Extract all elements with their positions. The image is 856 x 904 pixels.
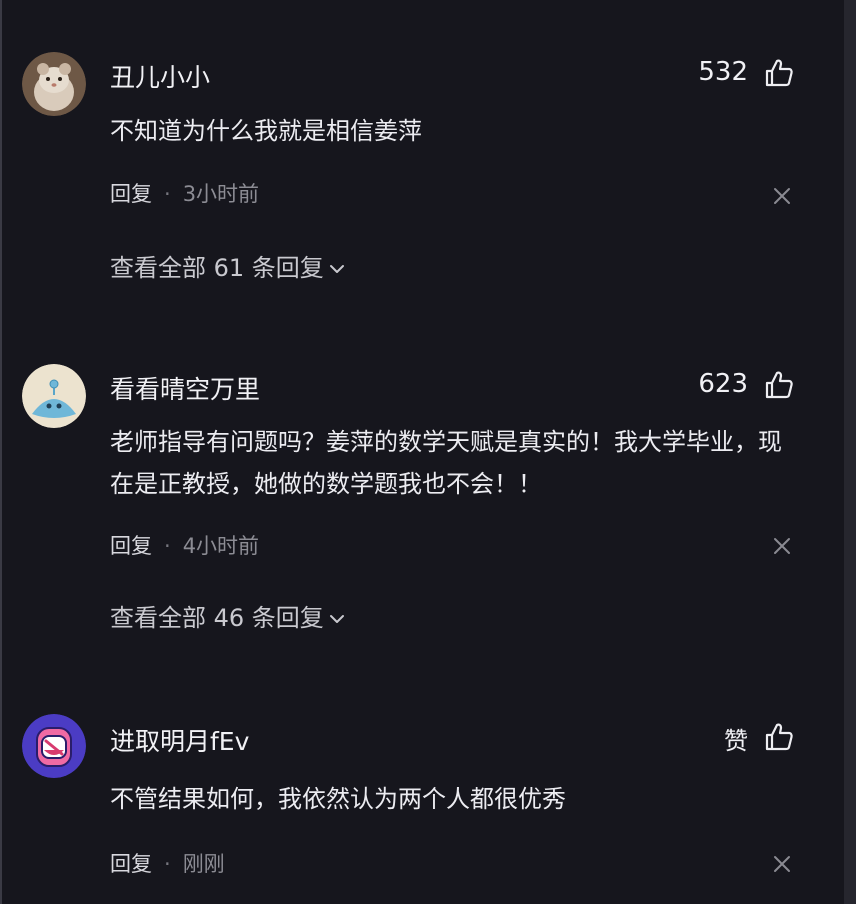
thumbs-up-icon[interactable] (764, 58, 794, 88)
like-count: 623 (698, 369, 748, 399)
window-left-border (0, 0, 2, 904)
comment-username[interactable]: 丑儿小小 (110, 58, 210, 94)
comment-text: 不管结果如何，我依然认为两个人都很优秀 (110, 785, 566, 813)
comment-meta: 回复 · 刚刚 (110, 848, 225, 878)
reply-button[interactable]: 回复 (110, 534, 152, 558)
thumbs-up-icon[interactable] (764, 722, 794, 752)
meta-separator: · (164, 852, 171, 876)
comment-text: 老师指导有问题吗？姜萍的数学天赋是真实的！我大学毕业，现在是正教授，她做的数学题… (110, 428, 782, 498)
close-icon[interactable] (770, 534, 794, 558)
comment-meta: 回复 · 4小时前 (110, 530, 259, 560)
user-avatar[interactable] (22, 52, 86, 116)
user-avatar[interactable] (22, 714, 86, 778)
user-avatar[interactable] (22, 364, 86, 428)
like-count: 532 (698, 57, 748, 87)
chevron-down-icon (329, 265, 344, 273)
comment-meta: 回复 · 3小时前 (110, 178, 259, 208)
hamster-avatar-icon (22, 52, 86, 116)
meta-separator: · (164, 534, 171, 558)
reply-button[interactable]: 回复 (110, 182, 152, 206)
view-all-replies-button[interactable]: 查看全部 61 条回复 (110, 248, 346, 283)
view-replies-label: 查看全部 61 条回复 (110, 254, 324, 282)
chevron-down-icon (329, 615, 344, 623)
close-icon[interactable] (770, 184, 794, 208)
comment-time: 4小时前 (182, 534, 260, 558)
close-icon[interactable] (770, 852, 794, 876)
scrollbar-track[interactable] (844, 0, 856, 904)
monster-avatar-icon (22, 714, 86, 778)
comment-time: 3小时前 (182, 182, 260, 206)
meta-separator: · (164, 182, 171, 206)
comment-username[interactable]: 进取明月fEv (110, 722, 249, 758)
reply-button[interactable]: 回复 (110, 852, 152, 876)
comment-username[interactable]: 看看晴空万里 (110, 370, 260, 406)
robot-avatar-icon (22, 364, 86, 428)
view-replies-label: 查看全部 46 条回复 (110, 604, 324, 632)
comment-text: 不知道为什么我就是相信姜萍 (110, 117, 422, 145)
like-label: 赞 (724, 727, 748, 755)
comment-time: 刚刚 (182, 852, 225, 876)
thumbs-up-icon[interactable] (764, 370, 794, 400)
view-all-replies-button[interactable]: 查看全部 46 条回复 (110, 598, 346, 633)
